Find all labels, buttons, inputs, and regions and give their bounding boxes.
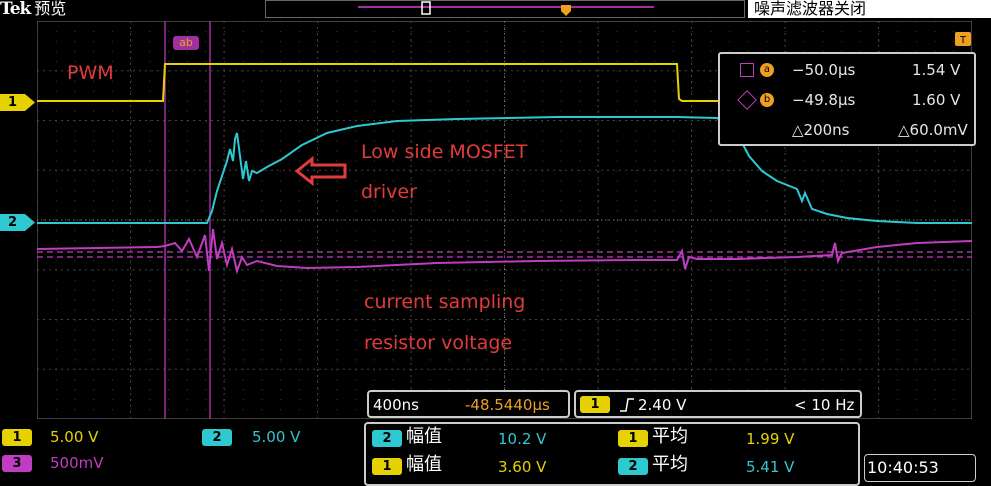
ch1-ground-marker[interactable]: 1 — [0, 94, 25, 111]
label-current-1: current sampling — [364, 291, 526, 313]
measurement-stats-box: 2 幅值 10.2 V 1 幅值 3.60 V 1 平均 1.99 V 2 平均… — [364, 422, 860, 486]
ch1-scale[interactable]: 5.00 V — [50, 428, 98, 446]
cursor-b-badge: b — [760, 93, 774, 107]
cursor-b-time: −49.8µs — [792, 91, 856, 109]
diamond-cursor-icon — [737, 90, 757, 110]
label-low-side-2: driver — [361, 181, 417, 203]
stat3-label: 平均 — [652, 426, 688, 447]
square-cursor-icon — [740, 63, 754, 77]
acquisition-mode: 预览 — [34, 0, 67, 18]
stat4-value: 5.41 V — [746, 458, 795, 476]
ch2-marker-arrow-icon — [25, 214, 35, 231]
cursor-delta-time: △200ns — [792, 121, 850, 139]
trigger-box[interactable]: 1 2.40 V < 10 Hz — [574, 390, 862, 418]
record-view-icon — [358, 1, 654, 16]
stat2-label: 幅值 — [406, 454, 442, 475]
top-status: Tek 预览 — [0, 0, 66, 18]
brand-logo: Tek — [0, 0, 31, 19]
stat3-value: 1.99 V — [746, 430, 795, 448]
ch3-scale[interactable]: 500mV — [50, 454, 104, 472]
stat1-value: 10.2 V — [498, 430, 547, 448]
ch2-scale[interactable]: 5.00 V — [252, 428, 300, 446]
noise-filter-status: 噪声滤波器关闭 — [748, 0, 991, 18]
stat2-channel: 1 — [372, 458, 402, 475]
label-pwm: PWM — [67, 62, 114, 84]
timebase-scale: 400ns — [373, 396, 419, 414]
cursor-delta-value: △60.0mV — [898, 121, 968, 139]
rising-edge-icon — [620, 398, 634, 412]
stat4-channel: 2 — [618, 458, 648, 475]
ch3-scale-badge[interactable]: 3 — [2, 455, 32, 472]
ch1-scale-badge[interactable]: 1 — [2, 429, 32, 446]
cursor-b-value: 1.60 V — [912, 91, 961, 109]
stat2-value: 3.60 V — [498, 458, 547, 476]
trigger-level: 2.40 V — [638, 396, 687, 414]
trigger-position-icon: T — [955, 32, 971, 46]
svg-text:T: T — [959, 35, 967, 46]
timebase-position: -48.5440µs — [465, 396, 550, 414]
ch1-marker-arrow-icon — [25, 94, 35, 111]
clock: 10:40:53 — [867, 458, 939, 477]
ch2-scale-badge[interactable]: 2 — [202, 429, 232, 446]
cursor-a-time: −50.0µs — [792, 61, 856, 79]
cursor-a-badge: a — [760, 63, 774, 77]
ch2-ground-marker[interactable]: 2 — [0, 214, 25, 231]
clock-box: 10:40:53 — [864, 454, 976, 482]
stat4-label: 平均 — [652, 454, 688, 475]
record-view-bar[interactable] — [265, 0, 745, 18]
cursor-ab-label[interactable]: ab — [173, 36, 199, 50]
stat1-label: 幅值 — [406, 426, 442, 447]
cursor-a-value: 1.54 V — [912, 61, 961, 79]
trigger-frequency: < 10 Hz — [794, 396, 855, 414]
cursor-readout: a −50.0µs 1.54 V b −49.8µs 1.60 V △200ns… — [718, 52, 976, 146]
label-low-side-1: Low side MOSFET — [361, 141, 528, 163]
trigger-source-badge: 1 — [580, 396, 610, 413]
timebase-box[interactable]: 400ns -48.5440µs — [367, 390, 570, 418]
label-current-2: resistor voltage — [364, 332, 513, 354]
stat1-channel: 2 — [372, 430, 402, 447]
bottom-readout-panel: 1 5.00 V 2 5.00 V 3 500mV 2 幅值 10.2 V 1 … — [0, 420, 991, 486]
stat3-channel: 1 — [618, 430, 648, 447]
